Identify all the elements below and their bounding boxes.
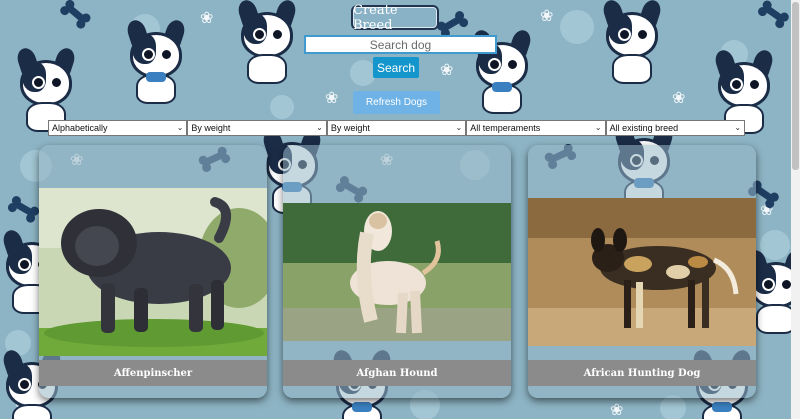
dog-card[interactable]: Affenpinscher xyxy=(39,145,267,398)
create-breed-label: Create Breed xyxy=(353,2,398,33)
search-button-label: Search xyxy=(376,60,416,75)
scrollbar-thumb[interactable] xyxy=(792,2,799,170)
page-scrollbar[interactable] xyxy=(791,0,800,419)
search-input[interactable] xyxy=(304,35,497,54)
dog-name: African Hunting Dog xyxy=(583,367,701,379)
breed-source-value: All existing breed xyxy=(609,123,679,133)
dog-name: Afghan Hound xyxy=(356,367,438,379)
dog-name-bar: African Hunting Dog xyxy=(528,360,756,386)
refresh-dogs-button[interactable]: Refresh Dogs xyxy=(353,91,440,114)
dog-photo xyxy=(283,203,511,341)
weight-filter-select[interactable]: By weight ⌄ xyxy=(326,120,467,136)
sort-order-value: Alphabetically xyxy=(52,123,108,133)
dog-name: Affenpinscher xyxy=(113,367,193,379)
temperament-value: All temperaments xyxy=(470,123,541,133)
refresh-dogs-label: Refresh Dogs xyxy=(365,97,428,108)
temperament-select[interactable]: All temperaments ⌄ xyxy=(466,120,606,136)
chevron-down-icon: ⌄ xyxy=(176,123,184,132)
sort-order-select[interactable]: Alphabetically ⌄ xyxy=(48,120,188,136)
dog-photo xyxy=(39,188,267,356)
dog-name-bar: Afghan Hound xyxy=(283,360,511,386)
chevron-down-icon: ⌄ xyxy=(316,123,323,132)
search-button[interactable]: Search xyxy=(373,57,419,78)
filter-bar: Alphabetically ⌄ By weight ⌄ By weight ⌄… xyxy=(48,120,746,136)
dog-name-bar: Affenpinscher xyxy=(39,360,267,386)
weight-sort-value: By weight xyxy=(191,123,231,133)
dog-card[interactable]: Afghan Hound xyxy=(283,145,511,398)
dog-photo xyxy=(528,198,756,346)
chevron-down-icon: ⌄ xyxy=(734,123,742,132)
chevron-down-icon: ⌄ xyxy=(594,123,602,132)
chevron-down-icon: ⌄ xyxy=(455,123,463,132)
weight-filter-value: By weight xyxy=(330,123,370,133)
weight-sort-select[interactable]: By weight ⌄ xyxy=(187,120,327,136)
breed-source-select[interactable]: All existing breed ⌄ xyxy=(605,120,746,136)
create-breed-button[interactable]: Create Breed xyxy=(351,2,439,33)
dog-card[interactable]: African Hunting Dog xyxy=(528,145,756,398)
